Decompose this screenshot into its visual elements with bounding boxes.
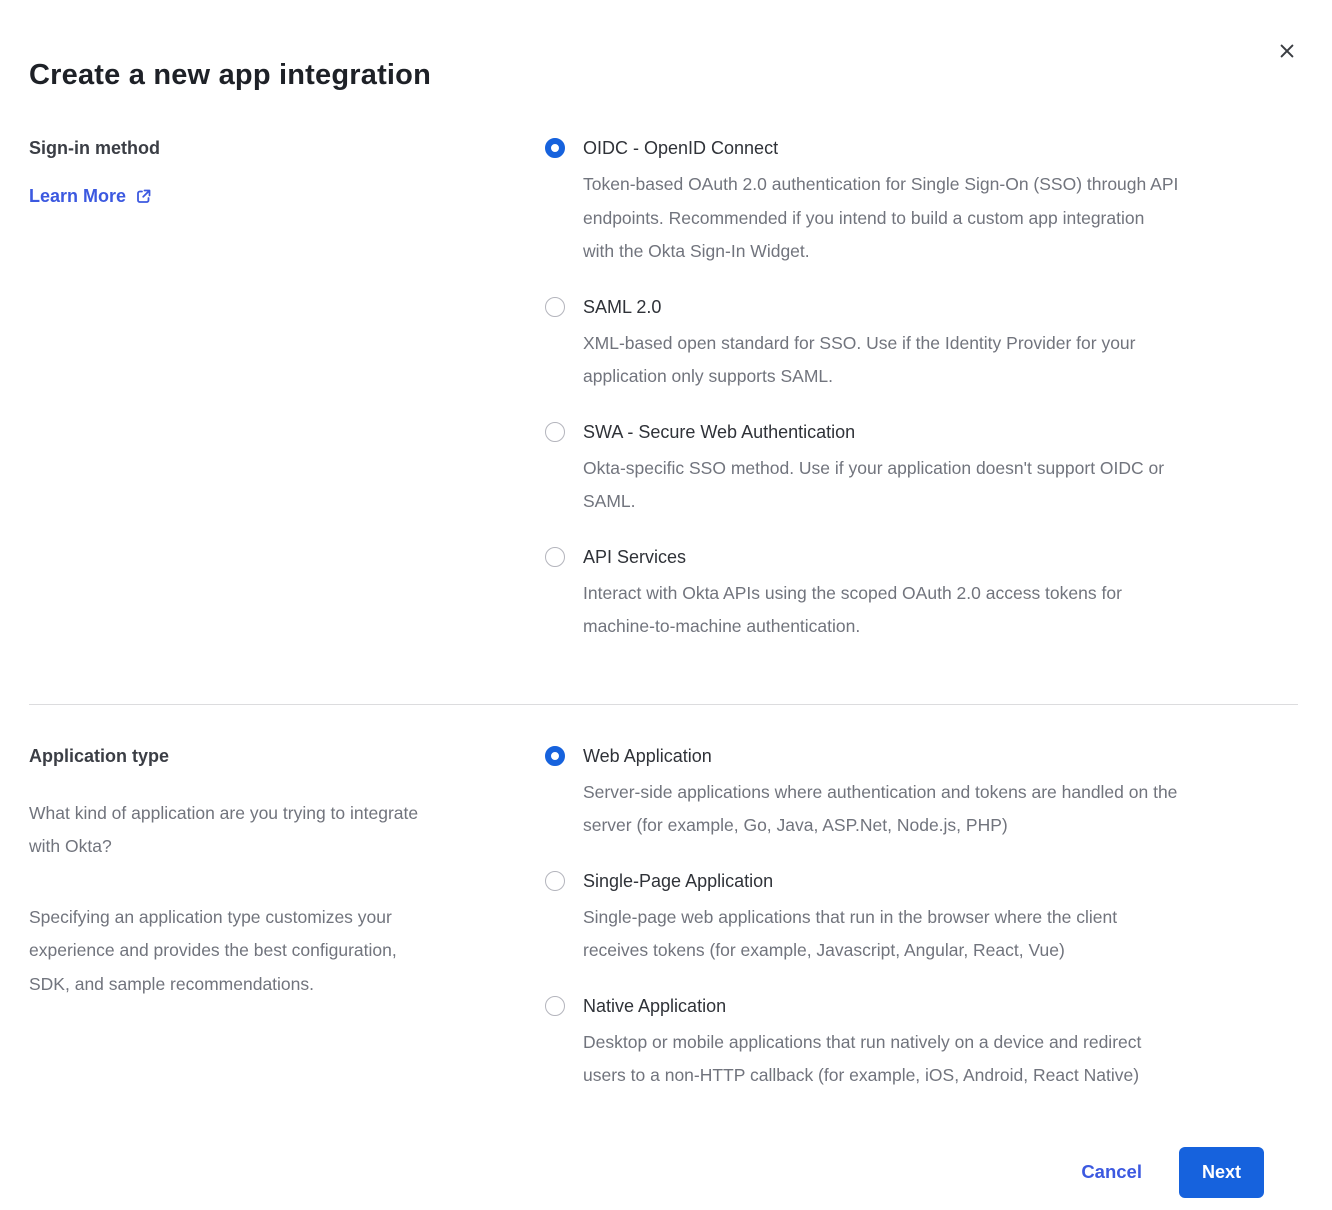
- signin-option-oidc: OIDC - OpenID Connect Token-based OAuth …: [545, 136, 1298, 269]
- apptype-option-web-label[interactable]: Web Application: [583, 744, 1177, 769]
- radio-api-services[interactable]: [545, 547, 565, 567]
- cancel-button[interactable]: Cancel: [1081, 1161, 1142, 1183]
- apptype-option-spa-label[interactable]: Single-Page Application: [583, 869, 1117, 894]
- application-type-question: What kind of application are you trying …: [29, 797, 505, 864]
- radio-single-page-application[interactable]: [545, 871, 565, 891]
- apptype-option-web: Web Application Server-side applications…: [545, 744, 1298, 843]
- signin-option-swa-description: Okta-specific SSO method. Use if your ap…: [583, 452, 1164, 519]
- apptype-option-spa-description: Single-page web applications that run in…: [583, 901, 1117, 968]
- radio-swa[interactable]: [545, 422, 565, 442]
- application-type-label: Application type: [29, 744, 505, 768]
- signin-option-saml: SAML 2.0 XML-based open standard for SSO…: [545, 295, 1298, 394]
- signin-option-api-services: API Services Interact with Okta APIs usi…: [545, 545, 1298, 644]
- radio-web-application[interactable]: [545, 746, 565, 766]
- radio-saml[interactable]: [545, 297, 565, 317]
- signin-method-section: Sign-in method Learn More: [29, 136, 1298, 644]
- next-button[interactable]: Next: [1179, 1147, 1264, 1198]
- section-divider: [29, 704, 1298, 705]
- apptype-option-native-label[interactable]: Native Application: [583, 994, 1141, 1019]
- radio-native-application[interactable]: [545, 996, 565, 1016]
- signin-method-label: Sign-in method: [29, 136, 505, 160]
- radio-oidc[interactable]: [545, 138, 565, 158]
- dialog-footer: Cancel Next: [29, 1147, 1298, 1198]
- application-type-help-text: Specifying an application type customize…: [29, 901, 505, 1002]
- signin-option-swa: SWA - Secure Web Authentication Okta-spe…: [545, 420, 1298, 519]
- signin-option-saml-label[interactable]: SAML 2.0: [583, 295, 1136, 320]
- learn-more-label: Learn More: [29, 186, 126, 207]
- signin-option-swa-label[interactable]: SWA - Secure Web Authentication: [583, 420, 1164, 445]
- create-app-integration-dialog: Create a new app integration Sign-in met…: [0, 0, 1332, 1210]
- apptype-option-native: Native Application Desktop or mobile app…: [545, 994, 1298, 1093]
- apptype-option-spa: Single-Page Application Single-page web …: [545, 869, 1298, 968]
- signin-option-api-services-label[interactable]: API Services: [583, 545, 1122, 570]
- apptype-option-native-description: Desktop or mobile applications that run …: [583, 1026, 1141, 1093]
- dialog-title: Create a new app integration: [29, 0, 1298, 92]
- apptype-option-web-description: Server-side applications where authentic…: [583, 776, 1177, 843]
- external-link-icon: [135, 188, 152, 205]
- application-type-section: Application type What kind of applicatio…: [29, 744, 1298, 1093]
- learn-more-link[interactable]: Learn More: [29, 186, 152, 207]
- close-icon[interactable]: [1276, 40, 1298, 62]
- signin-option-api-services-description: Interact with Okta APIs using the scoped…: [583, 577, 1122, 644]
- signin-option-oidc-label[interactable]: OIDC - OpenID Connect: [583, 136, 1178, 161]
- signin-option-saml-description: XML-based open standard for SSO. Use if …: [583, 327, 1136, 394]
- signin-option-oidc-description: Token-based OAuth 2.0 authentication for…: [583, 168, 1178, 269]
